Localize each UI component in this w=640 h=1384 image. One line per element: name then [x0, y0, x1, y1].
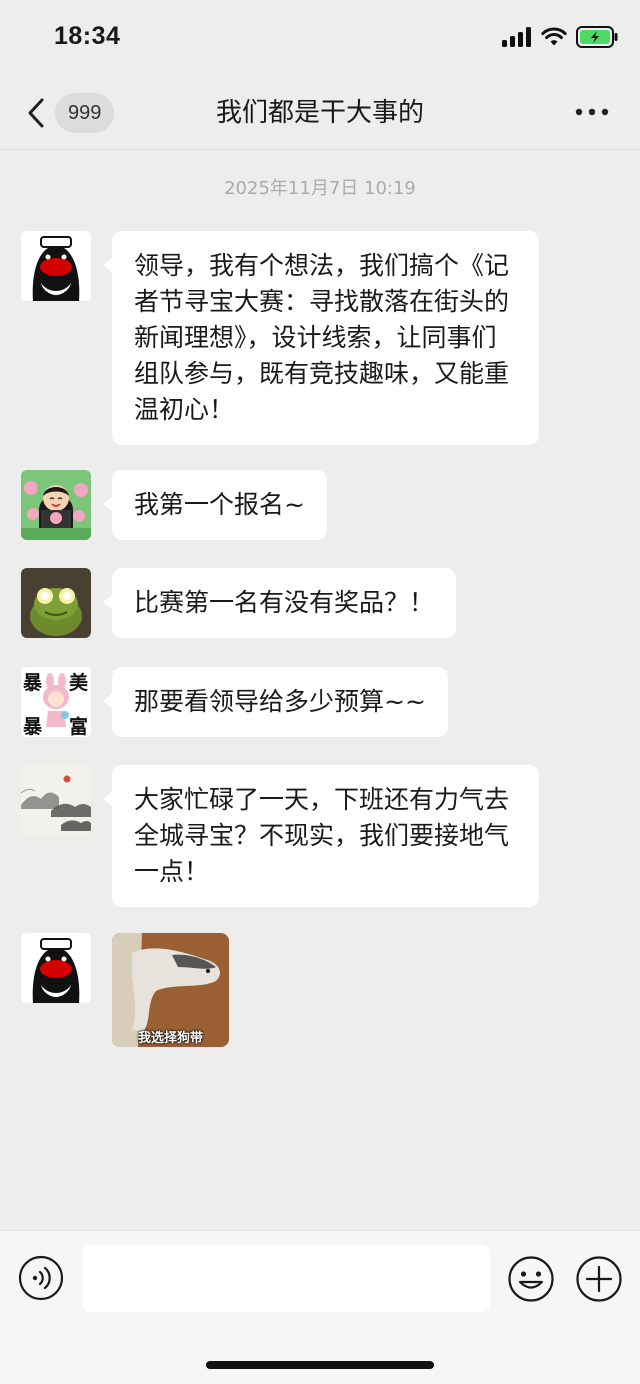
message-timestamp: 2025年11月7日 10:19 — [224, 178, 416, 199]
svg-text:暴: 暴 — [23, 716, 43, 737]
ink-landscape-avatar[interactable] — [21, 765, 91, 835]
sticker-caption: 我选择狗带 — [137, 1031, 203, 1046]
girl-lotus-avatar[interactable] — [21, 470, 91, 540]
rich-beauty-avatar[interactable]: 暴 美 暴 富 — [21, 667, 91, 737]
signal-icon — [502, 27, 531, 47]
svg-text:暴: 暴 — [23, 672, 43, 694]
message-bubble[interactable]: 领导，我有个想法，我们搞个《记者节寻宝大赛：寻找散落在街头的新闻理想》，设计线索… — [103, 231, 539, 445]
more-dots-icon[interactable] — [574, 106, 610, 118]
battery-charging-icon — [576, 26, 618, 48]
message-bubble[interactable]: 比赛第一名有没有奖品？！ — [102, 568, 457, 638]
wifi-icon — [541, 27, 567, 46]
status-bar: 18:34 — [0, 0, 640, 76]
plus-icon[interactable] — [575, 1255, 623, 1303]
svg-text:美: 美 — [69, 671, 89, 694]
message-bubble[interactable]: 大家忙碌了一天，下班还有力气去全城寻宝？不现实，我们要接地气一点！ — [103, 765, 539, 907]
message-bubble[interactable]: 那要看领导给多少预算~~ — [103, 667, 448, 737]
husky-dog-sticker[interactable]: 我选择狗带 — [112, 933, 229, 1047]
chat-title: 我们都是干大事的 — [215, 98, 424, 128]
status-time: 18:34 — [54, 22, 121, 50]
voice-icon[interactable] — [18, 1255, 64, 1301]
svg-text:富: 富 — [69, 715, 88, 737]
penguin-avatar[interactable] — [21, 933, 91, 1003]
input-bar — [0, 1230, 640, 1384]
nav-bar: 999 我们都是干大事的 — [0, 76, 640, 150]
status-icons — [502, 26, 618, 48]
message-input[interactable] — [82, 1245, 490, 1312]
frog-avatar[interactable] — [21, 568, 91, 638]
home-indicator — [206, 1361, 434, 1369]
unread-count-badge[interactable]: 999 — [55, 93, 115, 133]
message-bubble[interactable]: 我第一个报名~ — [103, 470, 327, 540]
emoji-icon[interactable] — [507, 1255, 555, 1303]
chevron-left-icon[interactable] — [22, 95, 52, 131]
penguin-avatar[interactable] — [21, 231, 91, 301]
